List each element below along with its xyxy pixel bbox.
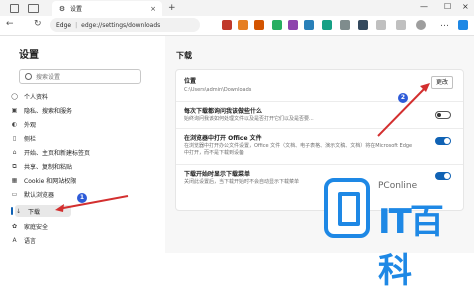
arrow-head-1 xyxy=(55,204,64,212)
watermark: PConline IT百科 xyxy=(318,176,468,291)
step-badge-1: 1 xyxy=(77,193,87,203)
watermark-brand: IT百科 xyxy=(378,202,444,291)
arrow-line-1 xyxy=(57,195,129,210)
watermark-site: PConline xyxy=(378,181,418,191)
step-badge-2: 2 xyxy=(398,93,408,103)
pconline-logo-icon xyxy=(324,178,370,238)
